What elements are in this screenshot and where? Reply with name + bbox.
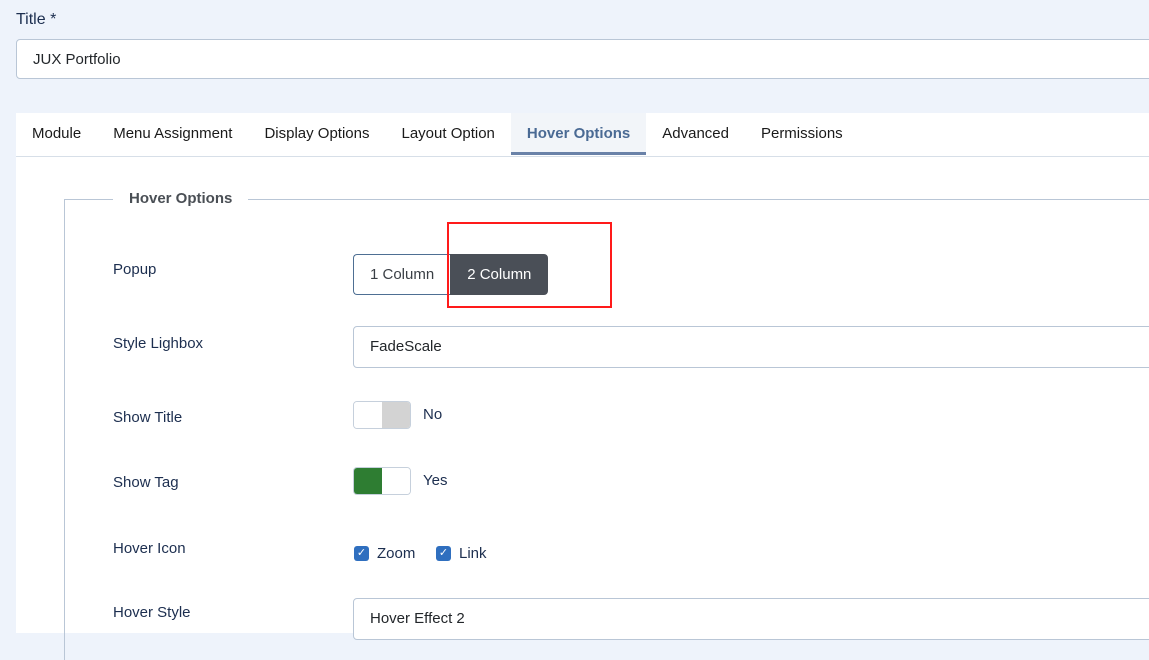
fieldset-legend: Hover Options [113, 190, 249, 207]
title-input[interactable] [16, 39, 1149, 79]
show-title-state: No [423, 406, 443, 423]
checkbox-label: Link [459, 545, 487, 562]
module-panel: Module Menu Assignment Display Options L… [16, 113, 1149, 660]
tab-permissions[interactable]: Permissions [745, 113, 859, 155]
hover-icon-label: Hover Icon [113, 540, 186, 557]
tab-hover-options[interactable]: Hover Options [510, 113, 647, 155]
checkmark-icon: ✓ [436, 546, 451, 561]
tab-advanced[interactable]: Advanced [646, 113, 745, 155]
hover-icon-link-checkbox[interactable]: ✓ Link [436, 545, 487, 562]
hover-style-label: Hover Style [113, 604, 191, 621]
tab-bar: Module Menu Assignment Display Options L… [16, 113, 1149, 157]
show-title-toggle[interactable] [353, 401, 411, 429]
tab-module[interactable]: Module [16, 113, 97, 155]
title-label: Title * [16, 11, 57, 28]
hover-icon-zoom-checkbox[interactable]: ✓ Zoom [354, 545, 415, 562]
show-tag-label: Show Tag [113, 474, 179, 491]
tab-display-options[interactable]: Display Options [248, 113, 385, 155]
toggle-left-half [354, 468, 382, 494]
hover-style-select[interactable]: Hover Effect 2 [353, 598, 1149, 640]
checkbox-label: Zoom [377, 545, 416, 562]
toggle-right-half [382, 402, 410, 428]
tab-layout-option[interactable]: Layout Option [385, 113, 510, 155]
show-tag-toggle[interactable] [353, 467, 411, 495]
show-title-label: Show Title [113, 409, 183, 426]
checkmark-icon: ✓ [354, 546, 369, 561]
popup-1-column-button[interactable]: 1 Column [353, 254, 451, 295]
style-lightbox-select[interactable]: FadeScale [353, 326, 1149, 368]
popup-label: Popup [113, 261, 157, 278]
tab-menu-assignment[interactable]: Menu Assignment [97, 113, 248, 155]
show-tag-state: Yes [423, 472, 448, 489]
toggle-right-half [382, 468, 410, 494]
toggle-left-half [354, 402, 382, 428]
style-lightbox-label: Style Lighbox [113, 335, 204, 352]
hover-options-fieldset: Hover Options Popup 1 Column 2 Column St… [64, 190, 1149, 660]
popup-2-column-button[interactable]: 2 Column [450, 254, 549, 295]
popup-button-group: 1 Column 2 Column [353, 254, 549, 295]
